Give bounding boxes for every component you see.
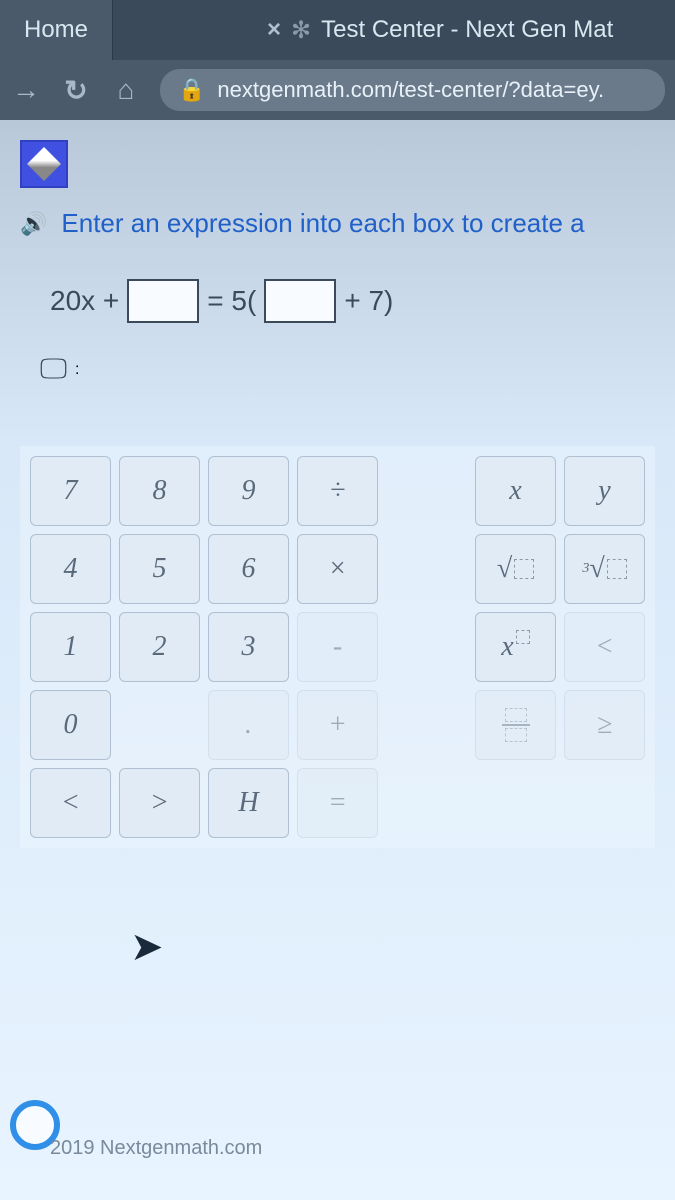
key-plus[interactable]: +	[297, 690, 378, 760]
chat-colon: :	[75, 361, 79, 379]
tab-test-center[interactable]: × ✻ Test Center - Next Gen Mat	[243, 0, 637, 60]
key-8[interactable]: 8	[119, 456, 200, 526]
key-2[interactable]: 2	[119, 612, 200, 682]
key-6[interactable]: 6	[208, 534, 289, 604]
key-5[interactable]: 5	[119, 534, 200, 604]
page-content: 🔊 Enter an expression into each box to c…	[0, 120, 675, 1200]
key-fraction[interactable]	[475, 690, 556, 760]
key-nthroot[interactable]: 3√	[564, 534, 645, 604]
equation-left: 20x +	[50, 285, 119, 317]
key-7[interactable]: 7	[30, 456, 111, 526]
key-y[interactable]: y	[564, 456, 645, 526]
expression-input-2[interactable]	[264, 279, 336, 323]
reload-button[interactable]: ↻	[60, 74, 92, 107]
expression-input-1[interactable]	[127, 279, 199, 323]
url-text: nextgenmath.com/test-center/?data=ey.	[217, 77, 604, 103]
key-lessthan[interactable]: <	[564, 612, 645, 682]
key-multiply[interactable]: ×	[297, 534, 378, 604]
key-gte[interactable]: ≥	[564, 690, 645, 760]
favicon-icon: ✻	[291, 16, 311, 45]
key-9[interactable]: 9	[208, 456, 289, 526]
key-minus[interactable]: -	[297, 612, 378, 682]
footer-copyright: 2019 Nextgenmath.com	[50, 1137, 262, 1160]
key-decimal[interactable]: .	[208, 690, 289, 760]
equation-right: + 7)	[344, 285, 393, 317]
lock-icon: 🔒	[178, 77, 205, 103]
home-button[interactable]: ⌂	[110, 74, 142, 106]
key-0[interactable]: 0	[30, 690, 111, 760]
key-angle-right[interactable]: >	[119, 768, 200, 838]
forward-button[interactable]: →	[10, 74, 42, 106]
key-4[interactable]: 4	[30, 534, 111, 604]
close-tab-icon[interactable]: ×	[267, 16, 281, 44]
key-x[interactable]: x	[475, 456, 556, 526]
key-backspace[interactable]: H	[208, 768, 289, 838]
key-angle-left[interactable]: <	[30, 768, 111, 838]
tab-home-label: Home	[24, 16, 88, 44]
equation-mid: = 5(	[207, 285, 256, 317]
key-sqrt[interactable]: √	[475, 534, 556, 604]
key-3[interactable]: 3	[208, 612, 289, 682]
speaker-icon[interactable]: 🔊	[20, 211, 47, 237]
key-equals[interactable]: =	[297, 768, 378, 838]
chat-row[interactable]: 🖵 :	[40, 353, 655, 386]
key-exponent[interactable]: x	[475, 612, 556, 682]
tab-test-label: Test Center - Next Gen Mat	[321, 16, 613, 44]
pencil-icon	[27, 147, 61, 181]
key-1[interactable]: 1	[30, 612, 111, 682]
math-keypad: 7 8 9 ÷ x y 4 5 6 × √ 3√ 1 2 3 - x < 0 .…	[20, 446, 655, 848]
chat-icon: 🖵	[40, 353, 67, 386]
drawing-tool-button[interactable]	[20, 140, 68, 188]
equation-row: 20x + = 5( + 7)	[50, 279, 655, 323]
instruction-text: Enter an expression into each box to cre…	[61, 208, 584, 239]
key-divide[interactable]: ÷	[297, 456, 378, 526]
url-bar[interactable]: 🔒 nextgenmath.com/test-center/?data=ey.	[160, 69, 665, 111]
cursor-icon: ➤	[130, 924, 164, 970]
tab-home[interactable]: Home	[0, 0, 113, 60]
